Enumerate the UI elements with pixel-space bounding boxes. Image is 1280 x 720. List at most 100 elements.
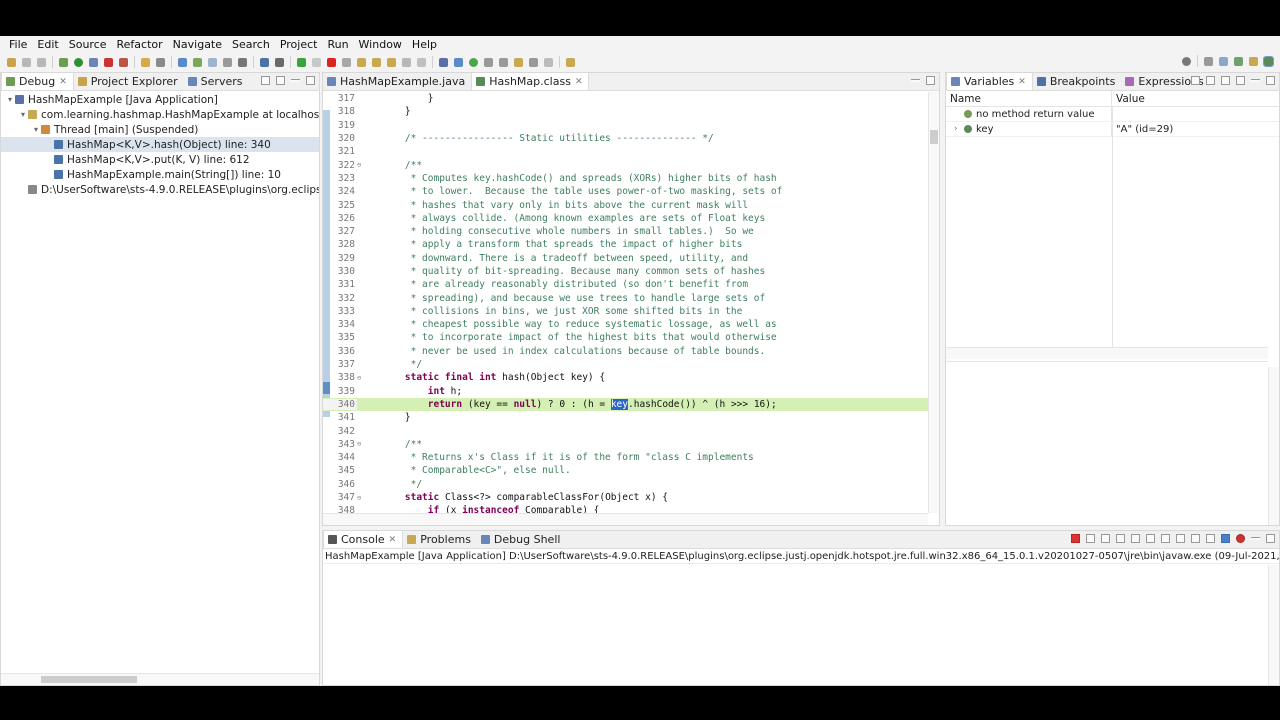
scroll-lock-icon[interactable] [1131,534,1140,543]
current-instruction-line[interactable]: 340 return (key == null) ? 0 : (h = key.… [323,397,939,412]
selected-text[interactable]: key [610,398,628,410]
collapse-all-icon[interactable] [1221,76,1230,85]
code-line[interactable]: 317 } [323,92,939,105]
tab-console[interactable]: Console ✕ [323,531,404,548]
tab-project-explorer[interactable]: Project Explorer [74,73,184,90]
back-icon[interactable] [529,57,538,67]
code-line[interactable]: 338 ⊖ static final int hash(Object key) { [323,371,939,384]
search-icon[interactable] [1182,56,1191,66]
coverage-icon[interactable] [89,57,98,67]
code-line[interactable]: 323 * Computes key.hashCode() and spread… [323,172,939,185]
code-line[interactable]: 324 * to lower. Because the table uses p… [323,185,939,198]
menu-refactor[interactable]: Refactor [112,38,168,51]
code-line[interactable]: 333 * collisions in bins, we just XOR so… [323,305,939,318]
drop-to-frame-icon[interactable] [402,57,411,67]
use-step-filters-icon[interactable] [417,57,426,67]
horizontal-scrollbar[interactable] [946,347,1268,359]
details-scrollbar[interactable] [1268,367,1279,525]
terminal-icon[interactable] [260,57,269,67]
tab-problems[interactable]: Problems [403,531,477,548]
code-line[interactable]: 344 * Returns x's Class if it is of the … [323,451,939,464]
show-whitespace-icon[interactable] [238,57,247,67]
expand-twisty-icon[interactable]: ▾ [18,110,28,119]
display-selected-console-icon[interactable] [1191,534,1200,543]
console-terminate-icon[interactable] [1071,534,1080,543]
forward-icon[interactable] [544,57,553,67]
code-line[interactable]: 347 ⊖ static Class<?> comparableClassFor(… [323,491,939,504]
clear-console-icon[interactable] [1116,534,1125,543]
debug-perspective-icon[interactable] [1263,55,1274,67]
word-wrap-icon[interactable] [1146,534,1155,543]
expand-twisty-icon[interactable]: ▾ [5,95,15,104]
code-line[interactable]: 322 ⊖ /** [323,158,939,171]
minimize-icon[interactable] [1251,537,1260,540]
disconnect-icon[interactable] [342,57,351,67]
code-line[interactable]: 343 ⊖ /** [323,438,939,451]
debug-tree-row[interactable]: ▾ Thread [main] (Suspended) [1,122,319,137]
resume-icon[interactable] [297,57,306,67]
last-edit-location-icon[interactable] [514,57,523,67]
maximize-icon[interactable] [926,76,935,85]
spring-perspective-icon[interactable] [1234,56,1243,66]
tab-debug[interactable]: Debug ✕ [1,73,74,90]
code-view[interactable]: 317 } 318 } 319 320 /* ---------------- Sta… [323,92,939,516]
minimize-icon[interactable] [291,79,300,82]
save-all-icon[interactable] [37,57,46,67]
code-line[interactable]: 346 */ [323,478,939,491]
code-line[interactable]: 321 [323,145,939,158]
external-tools-icon[interactable] [119,57,128,67]
details-divider[interactable] [946,361,1268,362]
code-line[interactable]: 332 * spreading), and because we use tre… [323,291,939,304]
eclipse-icon[interactable] [1236,534,1245,543]
debug-tree-row[interactable]: HashMapExample.main(String[]) line: 10 [1,167,319,182]
debug-run-icon[interactable] [59,57,68,67]
close-icon[interactable]: ✕ [1018,77,1026,87]
show-logical-structure-icon[interactable] [1206,76,1215,85]
open-type-icon[interactable] [141,57,150,67]
scrollbar-thumb[interactable] [930,130,938,144]
debug-tree-row[interactable]: D:\UserSoftware\sts-4.9.0.RELEASE\plugin… [1,182,319,197]
code-line[interactable]: 334 * cheapest possible way to reduce sy… [323,318,939,331]
code-line[interactable]: 341 } [323,411,939,424]
menu-window[interactable]: Window [354,38,407,51]
menu-navigate[interactable]: Navigate [168,38,227,51]
code-line[interactable]: 339 int h; [323,385,939,398]
close-icon[interactable]: ✕ [59,77,67,87]
skip-all-breakpoints-icon[interactable] [275,57,284,67]
open-console-icon[interactable] [439,57,448,67]
code-line[interactable]: 345 * Comparable<C>", else null. [323,464,939,477]
collapse-all-icon[interactable] [261,76,270,85]
tab-servers[interactable]: Servers [184,73,249,90]
expand-twisty-icon[interactable]: › [950,124,962,134]
view-menu-icon[interactable] [1236,76,1245,85]
expand-twisty-icon[interactable]: ▾ [31,125,41,134]
minimize-icon[interactable] [911,79,920,82]
step-over-icon[interactable] [372,57,381,67]
debug-tree-row[interactable]: ▾ HashMapExample [Java Application] [1,92,319,107]
horizontal-scrollbar[interactable] [1,673,319,685]
pin-editor-icon[interactable] [566,57,575,67]
skip-breakpoints-icon[interactable] [178,57,187,67]
debug-tree-row[interactable]: ▾ com.learning.hashmap.HashMapExample at … [1,107,319,122]
vertical-scrollbar[interactable] [928,92,939,513]
remove-all-terminated-icon[interactable] [1101,534,1110,543]
spring-icon[interactable] [469,57,478,67]
code-line[interactable]: 327 * holding consecutive whole numbers … [323,225,939,238]
name-column-header[interactable]: Name [946,91,1112,106]
suspend-icon[interactable] [312,57,321,67]
pin-console-icon[interactable] [1176,534,1185,543]
open-perspective-icon[interactable] [1204,56,1213,66]
code-line[interactable]: 330 * quality of bit-spreading. Because … [323,265,939,278]
block-selection-icon[interactable] [223,57,232,67]
menu-file[interactable]: File [4,38,32,51]
maximize-icon[interactable] [306,76,315,85]
run-icon[interactable] [74,57,83,67]
new-console-icon[interactable] [1221,534,1230,543]
value-column-header[interactable]: Value [1112,93,1145,105]
maximize-icon[interactable] [1266,534,1275,543]
toggle-mark-icon[interactable] [193,57,202,67]
menu-edit[interactable]: Edit [32,38,63,51]
code-line[interactable]: 337 */ [323,358,939,371]
next-annotation-icon[interactable] [484,57,493,67]
java-perspective-icon[interactable] [1249,56,1258,66]
